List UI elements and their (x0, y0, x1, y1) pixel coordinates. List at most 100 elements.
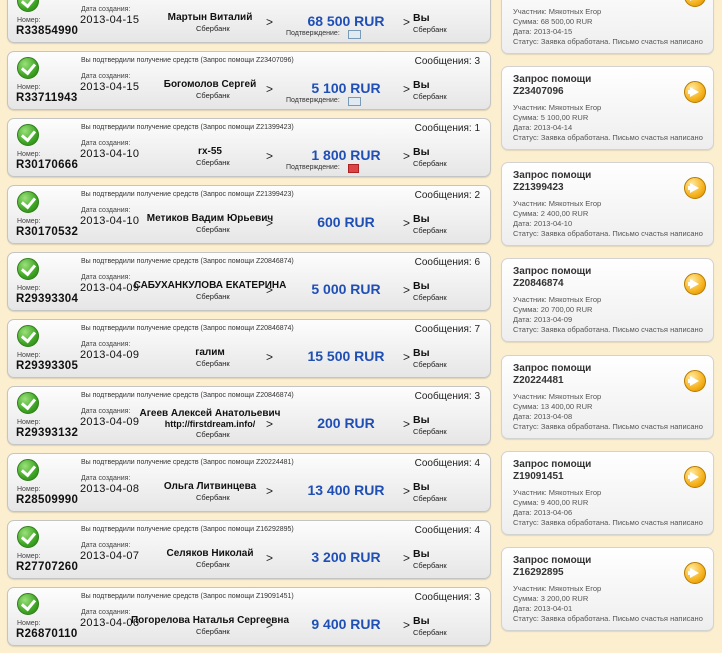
request-status: Статус: Заявка обработана. Письмо счасть… (513, 325, 703, 334)
receiver-name: Вы (413, 79, 430, 91)
transaction-card[interactable]: Номер: R30170532 Вы подтвердили получение … (7, 185, 491, 244)
messages-link[interactable]: Сообщения: 3 (415, 56, 480, 67)
sender-bank: Сбербанк (196, 627, 230, 636)
confirmed-note: Вы подтвердили получение средств (Запрос… (81, 191, 294, 198)
arrow-right-icon[interactable] (684, 0, 706, 7)
messages-link[interactable]: Сообщения: 1 (415, 123, 480, 134)
arrow-right-icon[interactable] (684, 81, 706, 103)
transaction-card[interactable]: Номер: R26870110 Вы подтвердили получение … (7, 587, 491, 646)
transaction-card[interactable]: Номер: R29393304 Вы подтвердили получение … (7, 252, 491, 311)
request-card[interactable]: Z24021996Участник: Мякотных ЕгорСумма: 6… (501, 0, 714, 54)
number-label: Номер: (17, 620, 41, 627)
transaction-number[interactable]: R30170666 (16, 159, 78, 171)
transaction-card[interactable]: Номер: R30170666 Вы подтвердили получение … (7, 118, 491, 177)
request-date: Дата: 2013-04-14 (513, 123, 573, 132)
request-title[interactable]: Запрос помощи Z20846874 (513, 266, 643, 290)
transaction-card[interactable]: Номер: R27707260 Вы подтвердили получение … (7, 520, 491, 579)
check-icon (17, 258, 39, 280)
request-card[interactable]: Запрос помощи Z16292895 Участник: Мякотны… (501, 547, 714, 631)
request-title[interactable]: Запрос помощи Z20224481 (513, 363, 643, 387)
request-card[interactable]: Запрос помощи Z19091451 Участник: Мякотны… (501, 451, 714, 535)
amount: 5 100 RUR (311, 80, 381, 96)
arrow-right-icon[interactable] (684, 562, 706, 584)
transaction-number[interactable]: R28509990 (16, 494, 78, 506)
messages-link[interactable]: Сообщения: 4 (415, 525, 480, 536)
messages-link[interactable]: Сообщения: 4 (415, 458, 480, 469)
arrow-icon: > (266, 149, 274, 163)
transaction-card[interactable]: Номер: R29393305 Вы подтвердили получение … (7, 319, 491, 378)
arrow-icon: > (266, 216, 274, 230)
transaction-number[interactable]: R30170532 (16, 226, 78, 238)
check-icon (17, 325, 39, 347)
amount: 13 400 RUR (307, 482, 385, 498)
request-participant: Участник: Мякотных Егор (513, 295, 602, 304)
receiver-name: Вы (413, 347, 430, 359)
request-card[interactable]: Запрос помощи Z20846874 Участник: Мякотны… (501, 258, 714, 342)
arrow-icon: > (403, 216, 411, 230)
request-card[interactable]: Запрос помощи Z21399423 Участник: Мякотны… (501, 162, 714, 246)
arrow-icon: > (266, 484, 274, 498)
receiver-name: Вы (413, 146, 430, 158)
confirmed-note: Вы подтвердили получение средств (Запрос… (81, 57, 294, 64)
transaction-number[interactable]: R27707260 (16, 561, 78, 573)
request-status: Статус: Заявка обработана. Письмо счасть… (513, 37, 703, 46)
check-icon (17, 0, 39, 12)
messages-link[interactable]: Сообщения: 3 (415, 592, 480, 603)
amount: 600 RUR (317, 214, 375, 230)
messages-link[interactable]: Сообщения: 2 (415, 190, 480, 201)
arrow-right-icon[interactable] (684, 466, 706, 488)
check-icon (17, 124, 39, 146)
request-status: Статус: Заявка обработана. Письмо счасть… (513, 614, 703, 623)
receiver-name: Вы (413, 280, 430, 292)
amount: 1 800 RUR (311, 147, 381, 163)
messages-link[interactable]: Сообщения: 7 (415, 324, 480, 335)
number-label: Номер: (17, 84, 41, 91)
receiver-bank: Сбербанк (413, 226, 447, 235)
transaction-number[interactable]: R33854990 (16, 25, 78, 37)
request-card[interactable]: Запрос помощи Z20224481 Участник: Мякотны… (501, 355, 714, 439)
arrow-icon: > (403, 417, 411, 431)
transaction-card[interactable]: Номер: R33854990 Дата создания: 2013-04-15 М… (7, 0, 491, 43)
number-label: Номер: (17, 151, 41, 158)
sender-bank: Сбербанк (196, 493, 230, 502)
request-date: Дата: 2013-04-15 (513, 27, 573, 36)
messages-link[interactable]: Сообщения: 6 (415, 257, 480, 268)
request-title[interactable]: Запрос помощи Z16292895 (513, 555, 643, 579)
request-title[interactable]: Запрос помощи Z21399423 (513, 170, 643, 194)
request-card[interactable]: Запрос помощи Z23407096 Участник: Мякотны… (501, 66, 714, 150)
proof-icon[interactable] (348, 164, 359, 173)
request-title[interactable]: Запрос помощи Z23407096 (513, 74, 643, 98)
sender-bank: Сбербанк (196, 91, 230, 100)
transaction-number[interactable]: R29393132 (16, 427, 78, 439)
transaction-card[interactable]: Номер: R28509990 Вы подтвердили получение … (7, 453, 491, 512)
transaction-number[interactable]: R26870110 (16, 628, 78, 640)
proof-icon[interactable] (348, 97, 361, 106)
amount: 3 200 RUR (311, 549, 381, 565)
receiver-bank: Сбербанк (413, 494, 447, 503)
sender-bank: Сбербанк (196, 430, 230, 439)
arrow-icon: > (266, 350, 274, 364)
sender-bank: Сбербанк (196, 292, 230, 301)
requests-column: Z24021996Участник: Мякотных ЕгорСумма: 6… (496, 0, 722, 653)
arrow-right-icon[interactable] (684, 273, 706, 295)
messages-link[interactable]: Сообщения: 3 (415, 391, 480, 402)
receiver-bank: Сбербанк (413, 293, 447, 302)
transaction-number[interactable]: R33711943 (16, 92, 78, 104)
arrow-icon: > (266, 551, 274, 565)
transaction-card[interactable]: Номер: R33711943 Вы подтвердили получение … (7, 51, 491, 110)
request-title[interactable]: Запрос помощи Z19091451 (513, 459, 643, 483)
proof-icon[interactable] (348, 30, 361, 39)
confirmed-note: Вы подтвердили получение средств (Запрос… (81, 258, 294, 265)
request-sum: Сумма: 3 200,00 RUR (513, 594, 589, 603)
transaction-number[interactable]: R29393305 (16, 360, 78, 372)
confirmation-label: Подтверждение: (286, 30, 340, 37)
arrow-right-icon[interactable] (684, 370, 706, 392)
receiver-bank: Сбербанк (413, 561, 447, 570)
confirmed-note: Вы подтвердили получение средств (Запрос… (81, 593, 294, 600)
arrow-right-icon[interactable] (684, 177, 706, 199)
request-date: Дата: 2013-04-06 (513, 508, 573, 517)
request-participant: Участник: Мякотных Егор (513, 392, 602, 401)
receiver-bank: Сбербанк (413, 25, 447, 34)
transaction-number[interactable]: R29393304 (16, 293, 78, 305)
transaction-card[interactable]: Номер: R29393132 Вы подтвердили получение … (7, 386, 491, 445)
